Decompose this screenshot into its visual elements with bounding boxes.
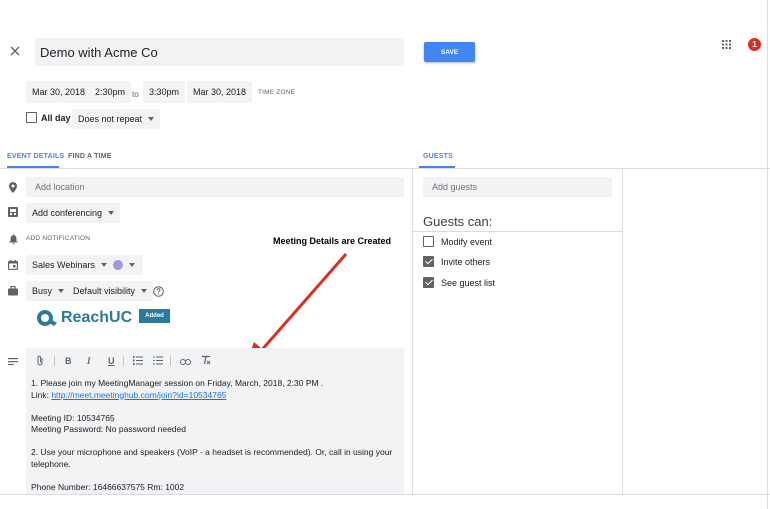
- toolbar-separator: [123, 356, 124, 366]
- add-notification-button[interactable]: ADD NOTIFICATION: [26, 235, 90, 242]
- description-text[interactable]: 1. Please join my MeetingManager session…: [31, 378, 401, 493]
- notification-badge[interactable]: 1: [748, 38, 761, 51]
- modify-event-checkbox[interactable]: [423, 236, 434, 247]
- end-date-chip[interactable]: Mar 30, 2018: [187, 81, 253, 103]
- description-line-1: 1. Please join my MeetingManager session…: [31, 378, 324, 388]
- to-label: to: [132, 90, 139, 99]
- addon-added-badge: Added: [139, 309, 170, 323]
- end-time-chip[interactable]: 3:30pm: [143, 81, 186, 103]
- close-icon[interactable]: [8, 44, 22, 58]
- description-line-2: 2. Use your microphone and speakers (VoI…: [31, 447, 393, 469]
- page-right-border: [767, 0, 768, 509]
- calendar-dropdown[interactable]: Sales Webinars: [26, 255, 113, 275]
- visibility-dropdown[interactable]: Default visibility: [67, 281, 154, 301]
- color-dropdown[interactable]: [107, 255, 143, 275]
- add-guests-input[interactable]: Add guests: [423, 177, 612, 197]
- column-divider-left: [412, 169, 413, 494]
- page-bottom-border: [0, 494, 770, 495]
- description-link-line: Link: http://meet.meetinghub.com/join?id…: [31, 389, 227, 400]
- timezone-button[interactable]: TIME ZONE: [258, 89, 295, 96]
- apps-grid-icon[interactable]: [720, 38, 732, 50]
- meeting-id: Meeting ID: 10534765: [31, 412, 115, 423]
- column-divider-right: [622, 169, 623, 494]
- description-editor[interactable]: B I U 1. Please join my MeetingManager s…: [26, 348, 404, 494]
- italic-icon[interactable]: I: [87, 356, 91, 366]
- calendar-icon: [7, 259, 19, 271]
- location-pin-icon: [7, 180, 19, 194]
- title-input[interactable]: Demo with Acme Co: [35, 38, 404, 66]
- toolbar-separator: [54, 356, 55, 366]
- bold-icon[interactable]: B: [65, 356, 72, 366]
- start-time-chip[interactable]: 2:30pm: [89, 81, 132, 103]
- location-input[interactable]: Add location: [26, 177, 404, 197]
- start-date-chip[interactable]: Mar 30, 2018: [26, 81, 92, 103]
- attachment-icon[interactable]: [36, 355, 44, 368]
- conferencing-dropdown[interactable]: Add conferencing: [26, 203, 121, 223]
- busy-dropdown[interactable]: Busy: [26, 281, 71, 301]
- modify-event-label: Modify event: [441, 237, 493, 247]
- underline-icon[interactable]: U: [108, 356, 115, 366]
- reachuc-logo: ReachUC: [36, 308, 132, 328]
- help-icon[interactable]: [152, 285, 164, 297]
- bulleted-list-icon[interactable]: [153, 356, 163, 367]
- tab-guests[interactable]: GUESTS: [423, 153, 453, 160]
- see-guest-list-checkbox[interactable]: [423, 277, 434, 288]
- toolbar-separator: [170, 356, 171, 366]
- meeting-password: Meeting Password: No password needed: [31, 424, 186, 434]
- numbered-list-icon[interactable]: [133, 356, 143, 367]
- all-day-checkbox[interactable]: [26, 112, 37, 123]
- tab-find-a-time[interactable]: FIND A TIME: [68, 153, 112, 160]
- title-text: Demo with Acme Co: [40, 44, 158, 60]
- video-conference-icon: [7, 206, 19, 218]
- see-guest-list-label: See guest list: [441, 278, 496, 288]
- notes-icon: [7, 356, 19, 366]
- all-day-label: All day: [41, 113, 71, 123]
- guests-can-heading: Guests can:: [423, 214, 493, 229]
- reachuc-name: ReachUC: [61, 309, 133, 326]
- bell-icon: [7, 233, 19, 245]
- repeat-dropdown[interactable]: Does not repeat: [72, 109, 161, 129]
- link-icon[interactable]: [180, 357, 191, 367]
- guests-can-divider: [413, 231, 622, 232]
- tab-event-details[interactable]: EVENT DETAILS: [7, 153, 64, 160]
- tabs-divider: [0, 168, 770, 169]
- invite-others-label: Invite others: [441, 257, 491, 267]
- phone-number: Phone Number: 16466637575 Rm: 1002: [31, 481, 185, 492]
- annotation-text: Meeting Details are Created: [273, 236, 392, 246]
- color-swatch: [113, 260, 123, 270]
- editor-toolbar: B I U: [26, 348, 404, 374]
- reachuc-logo-icon: [37, 310, 57, 326]
- invite-others-checkbox[interactable]: [423, 256, 434, 267]
- meeting-link[interactable]: http://meet.meetinghub.com/join?id=10534…: [51, 390, 226, 400]
- clear-formatting-icon[interactable]: [201, 355, 211, 367]
- save-button[interactable]: SAVE: [424, 42, 475, 62]
- briefcase-icon: [7, 285, 19, 297]
